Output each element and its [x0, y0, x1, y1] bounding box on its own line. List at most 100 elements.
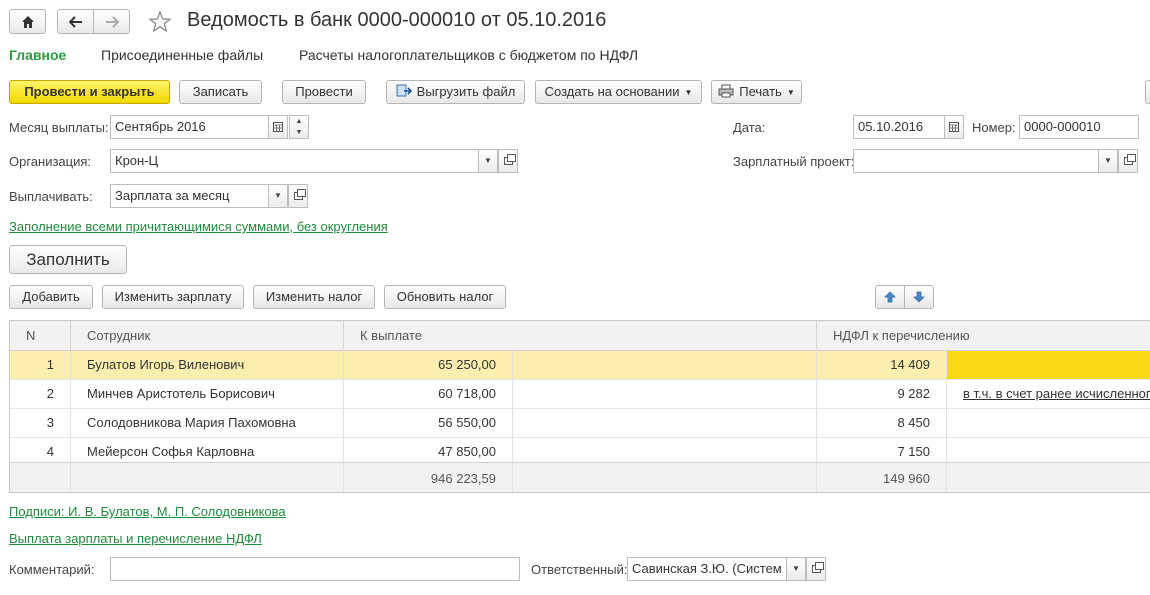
- dropdown-arrow-icon: ▼: [792, 564, 800, 573]
- row-note-active[interactable]: [947, 351, 1150, 379]
- totals-pay-extra: [513, 463, 817, 492]
- pay-type-dropdown-button[interactable]: ▼: [268, 185, 287, 207]
- number-field[interactable]: 0000-000010: [1019, 115, 1139, 139]
- stepper-down-icon[interactable]: ▼: [290, 127, 308, 138]
- organization-label: Организация:: [9, 154, 92, 169]
- salary-project-open-button[interactable]: [1118, 149, 1138, 173]
- totals-ndfl: 149 960: [817, 463, 947, 492]
- dropdown-arrow-icon: ▼: [274, 191, 282, 200]
- month-stepper[interactable]: ▲ ▼: [289, 115, 309, 139]
- row-pay: 65 250,00: [344, 351, 513, 379]
- dropdown-arrow-icon: ▼: [786, 87, 795, 97]
- responsible-field[interactable]: Савинская З.Ю. (Систем ▼: [627, 557, 806, 581]
- pay-type-label: Выплачивать:: [9, 189, 93, 204]
- table-row[interactable]: 3 Солодовникова Мария Пахомовна 56 550,0…: [10, 409, 1150, 438]
- responsible-value: Савинская З.Ю. (Систем: [632, 561, 782, 576]
- tab-main[interactable]: Главное: [9, 47, 66, 63]
- dropdown-arrow-icon: ▼: [684, 87, 693, 97]
- move-down-button[interactable]: [904, 285, 934, 309]
- responsible-label: Ответственный:: [531, 562, 628, 577]
- column-header-n[interactable]: N: [10, 321, 71, 351]
- salary-project-dropdown-button[interactable]: ▼: [1098, 150, 1117, 172]
- update-tax-button[interactable]: Обновить налог: [384, 285, 506, 309]
- column-header-pay[interactable]: К выплате: [344, 321, 817, 351]
- table-row[interactable]: 1 Булатов Игорь Виленович 65 250,00 14 4…: [10, 351, 1150, 380]
- organization-dropdown-button[interactable]: ▼: [478, 150, 497, 172]
- column-header-employee[interactable]: Сотрудник: [71, 321, 344, 351]
- open-form-icon: [294, 189, 306, 200]
- printer-icon: [718, 84, 734, 98]
- organization-value: Крон-Ц: [115, 153, 159, 168]
- month-value: Сентябрь 2016: [115, 119, 206, 134]
- fill-button[interactable]: Заполнить: [9, 245, 127, 274]
- pay-type-open-button[interactable]: [288, 184, 308, 208]
- totals-employee: [71, 463, 344, 492]
- column-header-ndfl[interactable]: НДФЛ к перечислению: [817, 321, 1150, 351]
- more-button[interactable]: [1145, 80, 1150, 104]
- open-form-icon: [1124, 154, 1136, 165]
- row-ndfl: 14 409: [817, 351, 947, 379]
- employees-table[interactable]: N Сотрудник К выплате НДФЛ к перечислени…: [9, 320, 1150, 493]
- dropdown-arrow-icon: ▼: [1104, 156, 1112, 165]
- change-salary-button[interactable]: Изменить зарплату: [102, 285, 244, 309]
- date-field[interactable]: 05.10.2016: [853, 115, 964, 139]
- date-calendar-button[interactable]: [944, 116, 963, 138]
- page-title: Ведомость в банк 0000-000010 от 05.10.20…: [187, 9, 607, 31]
- arrow-up-icon: [884, 291, 896, 303]
- totals-pay: 946 223,59: [344, 463, 513, 492]
- dropdown-arrow-icon: ▼: [484, 156, 492, 165]
- export-file-label: Выгрузить файл: [416, 84, 516, 99]
- row-pay-extra: [513, 380, 817, 408]
- table-row[interactable]: 2 Минчев Аристотель Борисович 60 718,00 …: [10, 380, 1150, 409]
- home-button[interactable]: [9, 9, 46, 34]
- totals-n: [10, 463, 71, 492]
- row-pay: 56 550,00: [344, 409, 513, 437]
- comment-input[interactable]: [110, 557, 520, 581]
- star-icon[interactable]: [148, 10, 172, 34]
- row-employee: Булатов Игорь Виленович: [71, 351, 344, 379]
- number-label: Номер:: [972, 120, 1016, 135]
- calendar-button[interactable]: [268, 116, 287, 138]
- row-note: [947, 409, 1150, 437]
- add-button[interactable]: Добавить: [9, 285, 93, 309]
- stepper-up-icon[interactable]: ▲: [290, 116, 308, 127]
- calendar-icon: [949, 122, 959, 132]
- fill-mode-link[interactable]: Заполнение всеми причитающимися суммами,…: [9, 219, 388, 234]
- pay-type-field[interactable]: Зарплата за месяц ▼: [110, 184, 288, 208]
- date-label: Дата:: [733, 120, 766, 135]
- row-number: 3: [10, 409, 71, 437]
- export-file-button[interactable]: Выгрузить файл: [386, 80, 525, 104]
- change-tax-button[interactable]: Изменить налог: [253, 285, 375, 309]
- print-button[interactable]: Печать ▼: [711, 80, 802, 104]
- row-employee: Солодовникова Мария Пахомовна: [71, 409, 344, 437]
- tab-ndfl-settlements[interactable]: Расчеты налогоплательщиков с бюджетом по…: [299, 47, 638, 63]
- open-form-icon: [504, 154, 516, 165]
- row-number: 2: [10, 380, 71, 408]
- organization-field[interactable]: Крон-Ц ▼: [110, 149, 498, 173]
- month-label: Месяц выплаты:: [9, 120, 109, 135]
- organization-open-button[interactable]: [498, 149, 518, 173]
- post-button[interactable]: Провести: [282, 80, 366, 104]
- signatures-link[interactable]: Подписи: И. В. Булатов, М. П. Солодовник…: [9, 504, 286, 519]
- forward-button[interactable]: [93, 9, 130, 34]
- row-note-link[interactable]: в т.ч. в счет ранее исчисленного: [947, 380, 1150, 408]
- payment-link[interactable]: Выплата зарплаты и перечисление НДФЛ: [9, 531, 262, 546]
- row-number: 1: [10, 351, 71, 379]
- export-icon: [396, 84, 412, 97]
- salary-project-field[interactable]: ▼: [853, 149, 1118, 173]
- responsible-dropdown-button[interactable]: ▼: [786, 558, 805, 580]
- comment-label: Комментарий:: [9, 562, 95, 577]
- print-label: Печать: [739, 84, 782, 99]
- post-and-close-button[interactable]: Провести и закрыть: [9, 80, 170, 104]
- month-field[interactable]: Сентябрь 2016: [110, 115, 288, 139]
- row-employee: Минчев Аристотель Борисович: [71, 380, 344, 408]
- back-button[interactable]: [57, 9, 94, 34]
- calendar-icon: [273, 122, 283, 132]
- home-icon: [21, 16, 34, 28]
- pay-type-value: Зарплата за месяц: [115, 188, 230, 203]
- save-button[interactable]: Записать: [179, 80, 262, 104]
- create-based-on-button[interactable]: Создать на основании ▼: [535, 80, 702, 104]
- move-up-button[interactable]: [875, 285, 905, 309]
- tab-attached-files[interactable]: Присоединенные файлы: [101, 47, 263, 63]
- responsible-open-button[interactable]: [806, 557, 826, 581]
